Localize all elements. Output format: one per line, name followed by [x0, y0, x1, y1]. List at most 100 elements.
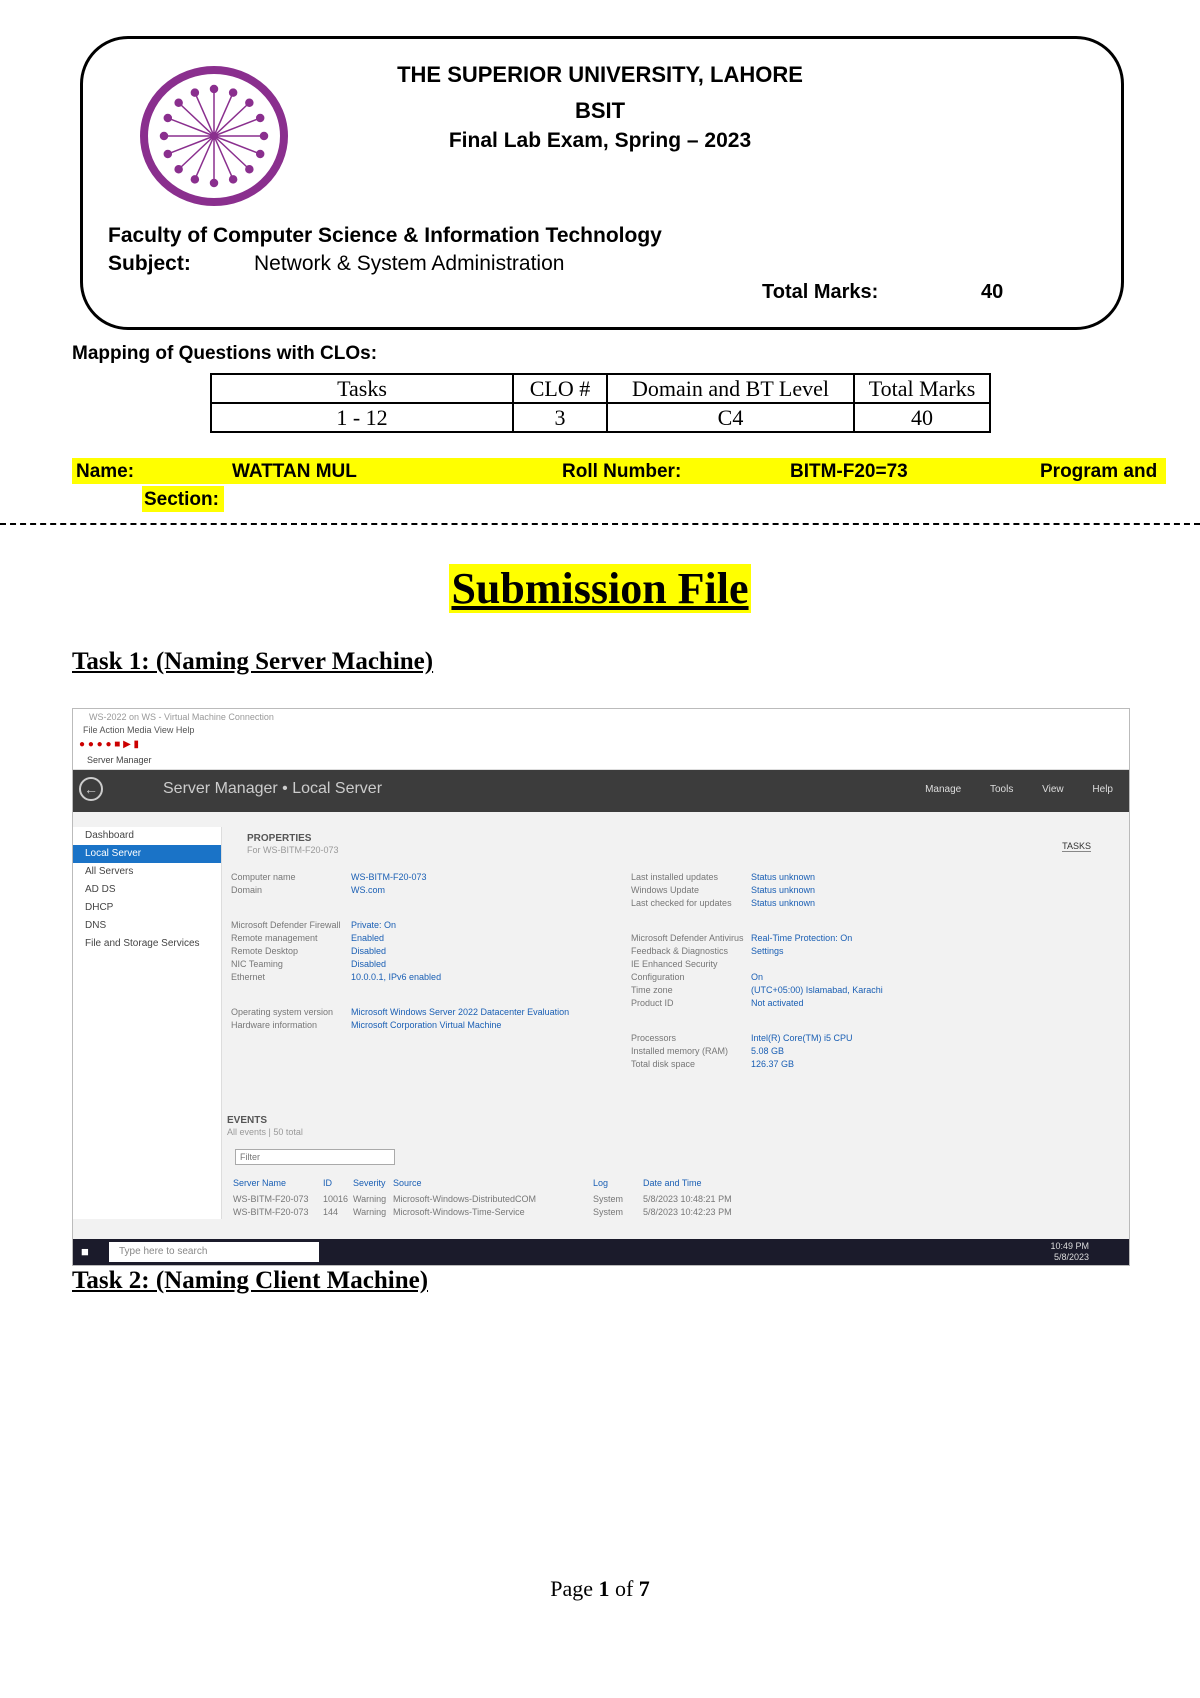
property-value[interactable]: On [751, 972, 763, 982]
property-label: Time zone [631, 985, 673, 995]
property-value[interactable]: Settings [751, 946, 784, 956]
page-footer: Page 1 of 7 [0, 1576, 1200, 1602]
property-row: Microsoft Defender Antivirus Real-Time Pr… [631, 932, 1091, 945]
page-label: Page [550, 1576, 593, 1601]
property-value[interactable]: WS-BITM-F20-073 [351, 872, 427, 882]
start-icon[interactable]: ■ [81, 1244, 89, 1259]
event-cell: 5/8/2023 10:42:23 PM [643, 1207, 732, 1217]
property-value[interactable]: Status unknown [751, 898, 815, 908]
properties-right-list: Last installed updates Status unknown Wind… [631, 871, 1091, 1071]
clo-table: Tasks CLO # Domain and BT Level Total Ma… [210, 373, 991, 433]
properties-sub: For WS-BITM-F20-073 [247, 845, 339, 855]
property-value[interactable]: Disabled [351, 959, 386, 969]
section-label: Section: [144, 489, 219, 510]
event-cell: Microsoft-Windows-DistributedCOM [393, 1194, 537, 1204]
clo-cell-marks: 40 [853, 402, 991, 433]
event-column-header[interactable]: Source [393, 1177, 593, 1190]
property-value[interactable]: Microsoft Windows Server 2022 Datacenter… [351, 1007, 569, 1017]
sidebar-item-ad-ds[interactable]: AD DS [73, 881, 221, 899]
back-arrow-icon[interactable]: ← [79, 777, 103, 801]
property-row: Last installed updates Status unknown [631, 871, 1091, 884]
event-columns: Server Name ID Severity Source Log Date and T… [233, 1177, 1093, 1190]
event-cell: Warning [353, 1194, 387, 1204]
property-label: Computer name [231, 872, 296, 882]
server-manager-screenshot: WS-2022 on WS - Virtual Machine Connecti… [72, 708, 1130, 1266]
sidebar-item-all-servers[interactable]: All Servers [73, 863, 221, 881]
event-column-header[interactable]: ID [323, 1177, 353, 1190]
sidebar-item-dashboard[interactable]: Dashboard [73, 827, 221, 845]
event-column-header[interactable]: Log [593, 1177, 643, 1190]
property-row: Microsoft Defender Firewall Private: On [231, 919, 611, 932]
property-row: Product ID Not activated [631, 997, 1091, 1010]
property-label: Microsoft Defender Firewall [231, 920, 341, 930]
event-cell: WS-BITM-F20-073 [233, 1207, 309, 1217]
exam-name: Final Lab Exam, Spring – 2023 [448, 129, 752, 152]
property-value[interactable]: 5.08 GB [751, 1046, 784, 1056]
property-value[interactable]: Intel(R) Core(TM) i5 CPU [751, 1033, 853, 1043]
property-value[interactable]: Private: On [351, 920, 396, 930]
property-row: Processors Intel(R) Core(TM) i5 CPU [631, 1032, 1091, 1045]
menu-manage[interactable]: Manage [925, 784, 961, 795]
task1-heading: Task 1: (Naming Server Machine) [72, 648, 434, 675]
top-menus: Manage Tools View Help [899, 784, 1113, 795]
sidebar-item-dhcp[interactable]: DHCP [73, 899, 221, 917]
property-value[interactable]: 10.0.0.1, IPv6 enabled [351, 972, 441, 982]
events-sub: All events | 50 total [227, 1127, 303, 1137]
property-label: Product ID [631, 998, 674, 1008]
property-row: Ethernet 10.0.0.1, IPv6 enabled [231, 971, 611, 984]
event-column-header[interactable]: Severity [353, 1177, 393, 1190]
property-label: IE Enhanced Security Configuration [631, 959, 718, 982]
tasks-button[interactable]: TASKS [1062, 841, 1091, 852]
clo-cell-clo: 3 [512, 402, 608, 433]
property-value[interactable]: WS.com [351, 885, 385, 895]
total-marks-label: Total Marks: [762, 281, 879, 303]
menu-help[interactable]: Help [1092, 784, 1113, 795]
vm-toolbar[interactable]: ● ● ● ● ■ ▶ ▮ [73, 739, 1129, 755]
taskbar-search[interactable]: Type here to search [109, 1242, 319, 1262]
property-row: Operating system version Microsoft Window… [231, 1006, 611, 1019]
event-row[interactable]: WS-BITM-F20-073 10016 Warning Microsoft-Win… [233, 1193, 1093, 1206]
properties-panel: PROPERTIES For WS-BITM-F20-073 TASKS Com… [225, 827, 1121, 1219]
vm-menu-bar[interactable]: File Action Media View Help [73, 725, 1129, 739]
event-rows: WS-BITM-F20-073 10016 Warning Microsoft-Win… [233, 1193, 1093, 1219]
breadcrumb: Server Manager • Local Server [163, 780, 383, 797]
property-value[interactable]: Status unknown [751, 872, 815, 882]
menu-view[interactable]: View [1042, 784, 1064, 795]
roll-label: Roll Number: [562, 461, 682, 482]
event-column-header[interactable]: Date and Time [643, 1177, 803, 1190]
property-label: Microsoft Defender Antivirus [631, 933, 744, 943]
event-row[interactable]: WS-BITM-F20-073 144 Warning Microsoft-Windo… [233, 1206, 1093, 1219]
sidebar-item-local-server[interactable]: Local Server [73, 845, 221, 863]
event-cell: System [593, 1194, 624, 1204]
event-cell: 5/8/2023 10:48:21 PM [643, 1194, 732, 1204]
event-column-header[interactable]: Server Name [233, 1177, 323, 1190]
property-row: Domain WS.com [231, 884, 611, 897]
property-row: Installed memory (RAM) 5.08 GB [631, 1045, 1091, 1058]
property-value[interactable]: Real-Time Protection: On [751, 933, 852, 943]
roll-value: BITM-F20=73 [790, 461, 908, 482]
property-row: Time zone (UTC+05:00) Islamabad, Karachi [631, 984, 1091, 997]
vm-window-title: WS-2022 on WS - Virtual Machine Connecti… [73, 709, 1129, 725]
program-label: Program and [1040, 461, 1158, 482]
sidebar-item-file-storage[interactable]: File and Storage Services [73, 935, 221, 953]
subject-value: Network & System Administration [254, 252, 565, 275]
property-value[interactable]: 126.37 GB [751, 1059, 794, 1069]
property-value[interactable]: Status unknown [751, 885, 815, 895]
property-row: IE Enhanced Security Configuration On [631, 958, 1091, 984]
task2-heading: Task 2: (Naming Client Machine) [72, 1267, 429, 1294]
menu-tools[interactable]: Tools [990, 784, 1013, 795]
clo-cell-tasks: 1 - 12 [210, 402, 514, 433]
filter-input[interactable] [235, 1149, 395, 1165]
property-value[interactable]: (UTC+05:00) Islamabad, Karachi [751, 985, 883, 995]
property-value[interactable]: Enabled [351, 933, 384, 943]
submission-title: Submission File [449, 564, 751, 613]
of-label: of [614, 1576, 634, 1601]
name-value: WATTAN MUL [232, 461, 357, 482]
clock-date: 5/8/2023 [1053, 1252, 1089, 1262]
property-value[interactable]: Microsoft Corporation Virtual Machine [351, 1020, 501, 1030]
property-value[interactable]: Not activated [751, 998, 804, 1008]
property-value[interactable]: Disabled [351, 946, 386, 956]
properties-heading: PROPERTIES [247, 833, 312, 844]
total-marks-value: 40 [981, 281, 1004, 303]
sidebar-item-dns[interactable]: DNS [73, 917, 221, 935]
